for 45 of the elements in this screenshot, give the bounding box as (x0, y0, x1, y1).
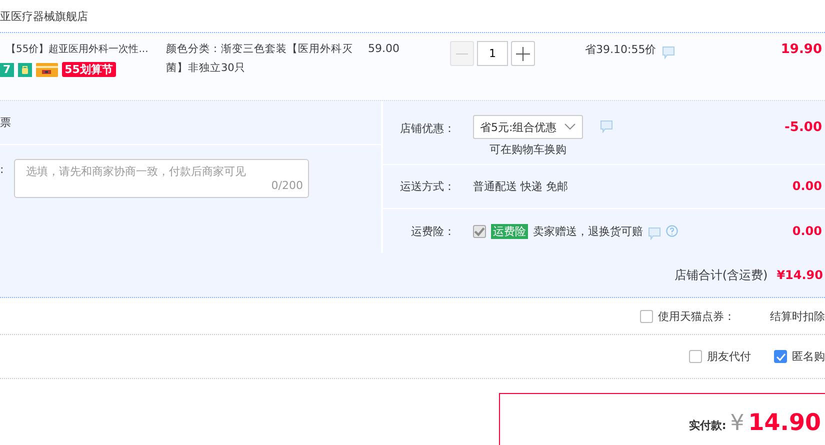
plus-icon (516, 46, 530, 60)
checkbox[interactable] (689, 350, 702, 363)
placeholder-text: 选填，请先和商家协商一致，付款后商家可见 (26, 164, 247, 179)
invoice-label: 票 (0, 115, 11, 130)
chat-icon[interactable] (600, 120, 613, 133)
unit-price: 59.00 (368, 42, 400, 55)
fee-amount: 0.00 (792, 224, 822, 238)
chat-icon[interactable] (662, 46, 676, 59)
fee-amount: -5.00 (784, 119, 822, 135)
shop-total-label: 店铺合计(含运费) (674, 266, 768, 284)
plus-button[interactable] (511, 41, 535, 66)
saving-text: 省39.10:55价 (585, 42, 656, 57)
fee-label: 店铺优惠： (399, 121, 456, 136)
bag-icon (18, 62, 32, 76)
shop-name[interactable]: 亚医疗器械旗舰店 (0, 8, 88, 24)
subtotal: 19.90 (780, 42, 822, 57)
help-icon[interactable] (666, 225, 678, 238)
currency-sign: ¥ (730, 410, 744, 436)
option-label[interactable]: 匿名购 (792, 349, 825, 364)
fee-label: 运费险： (410, 224, 456, 239)
message-label: : (0, 162, 5, 178)
chevron-icon (564, 123, 576, 131)
option-label[interactable]: 使用天猫点券： (658, 308, 735, 324)
product-title[interactable]: 【55价】超亚医用外科一次性... (6, 42, 166, 56)
number-badge: 7 (0, 62, 14, 76)
fee-amount: 0.00 (792, 179, 822, 194)
fee-label: 运送方式： (399, 178, 456, 194)
coupon-note: 可在购物车换购 (490, 142, 566, 157)
checkbox[interactable] (640, 310, 653, 322)
chat-icon[interactable] (648, 226, 661, 240)
option-label[interactable]: 朋友代付 (707, 349, 751, 364)
payment-label: 实付款: (688, 418, 726, 432)
promo-badge: 55划算节 (62, 62, 116, 77)
payment-amount: 14.90 (748, 410, 821, 436)
insurance-tag: 运费险 (491, 224, 528, 239)
coupon-dropdown[interactable]: 省5元:组合优惠 (473, 115, 583, 139)
option-note: 结算时扣除 (770, 308, 825, 324)
card-icon (36, 62, 58, 76)
product-spec: 颜色分类：渐变三色套装【医用外科灭菌】非独立30只 (166, 43, 353, 74)
char-counter: 0/200 (271, 179, 303, 192)
shop-total-amount: ¥14.90 (776, 268, 823, 282)
checkbox[interactable] (774, 350, 787, 363)
quantity-field[interactable]: 1 (477, 41, 508, 66)
insurance-text: 卖家赠送，退换货可赔 (533, 224, 643, 239)
shipping-method: 普通配送 快递 免邮 (473, 178, 568, 194)
